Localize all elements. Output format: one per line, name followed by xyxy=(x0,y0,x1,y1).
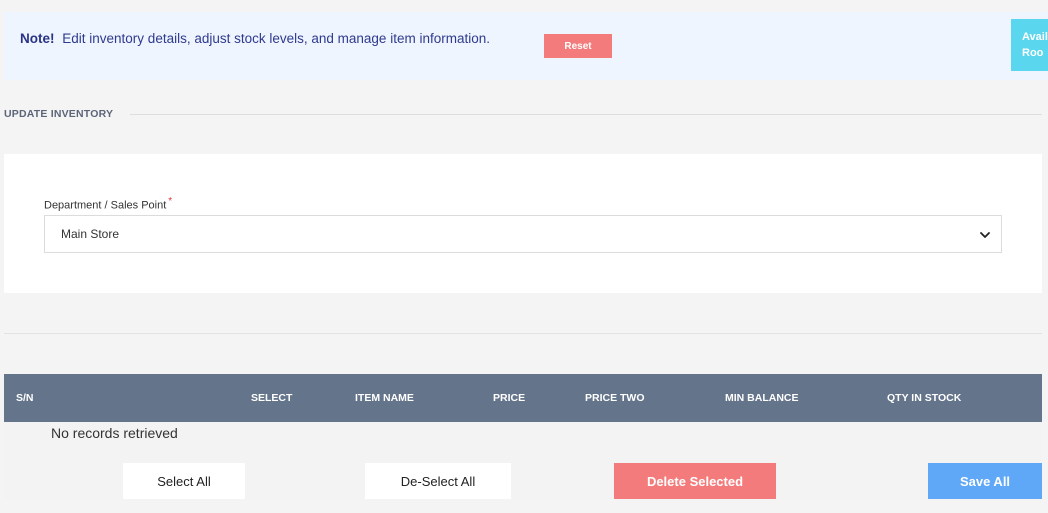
content-divider xyxy=(4,333,1042,334)
column-header-min-balance: MIN BALANCE xyxy=(725,392,799,404)
column-header-select: SELECT xyxy=(251,392,293,404)
note-label: Note! xyxy=(20,31,55,46)
available-rooms-label-line2: Roo xyxy=(1022,47,1044,59)
reset-button[interactable]: Reset xyxy=(544,34,612,58)
chevron-down-icon xyxy=(980,232,990,238)
department-label: Department / Sales Point * xyxy=(44,196,172,212)
department-select[interactable]: Main Store xyxy=(44,215,1002,253)
delete-selected-button[interactable]: Delete Selected xyxy=(614,463,776,499)
available-rooms-label-line1: Avail xyxy=(1022,31,1048,43)
save-all-button[interactable]: Save All xyxy=(928,463,1042,499)
table-header: S/N SELECT ITEM NAME PRICE PRICE TWO MIN… xyxy=(4,374,1042,422)
department-select-value: Main Store xyxy=(61,227,120,241)
column-header-sn: S/N xyxy=(16,392,34,404)
select-all-button[interactable]: Select All xyxy=(123,463,245,499)
note-text: Edit inventory details, adjust stock lev… xyxy=(62,31,490,46)
available-rooms-button[interactable]: Avail Roo xyxy=(1011,19,1048,71)
note-message: Note! Edit inventory details, adjust sto… xyxy=(20,31,490,46)
section-title: UPDATE INVENTORY xyxy=(4,108,114,120)
deselect-all-button[interactable]: De-Select All xyxy=(365,463,511,499)
column-header-item-name: ITEM NAME xyxy=(355,392,414,404)
department-card: Department / Sales Point * Main Store xyxy=(4,154,1042,293)
column-header-price-two: PRICE TWO xyxy=(585,392,645,404)
note-banner: Note! Edit inventory details, adjust sto… xyxy=(4,12,1048,80)
department-label-text: Department / Sales Point xyxy=(44,199,167,212)
empty-table-message: No records retrieved xyxy=(51,425,178,441)
column-header-price: PRICE xyxy=(493,392,526,404)
section-divider xyxy=(130,114,1042,115)
required-mark: * xyxy=(168,196,173,207)
column-header-qty-in-stock: QTY IN STOCK xyxy=(887,392,962,404)
